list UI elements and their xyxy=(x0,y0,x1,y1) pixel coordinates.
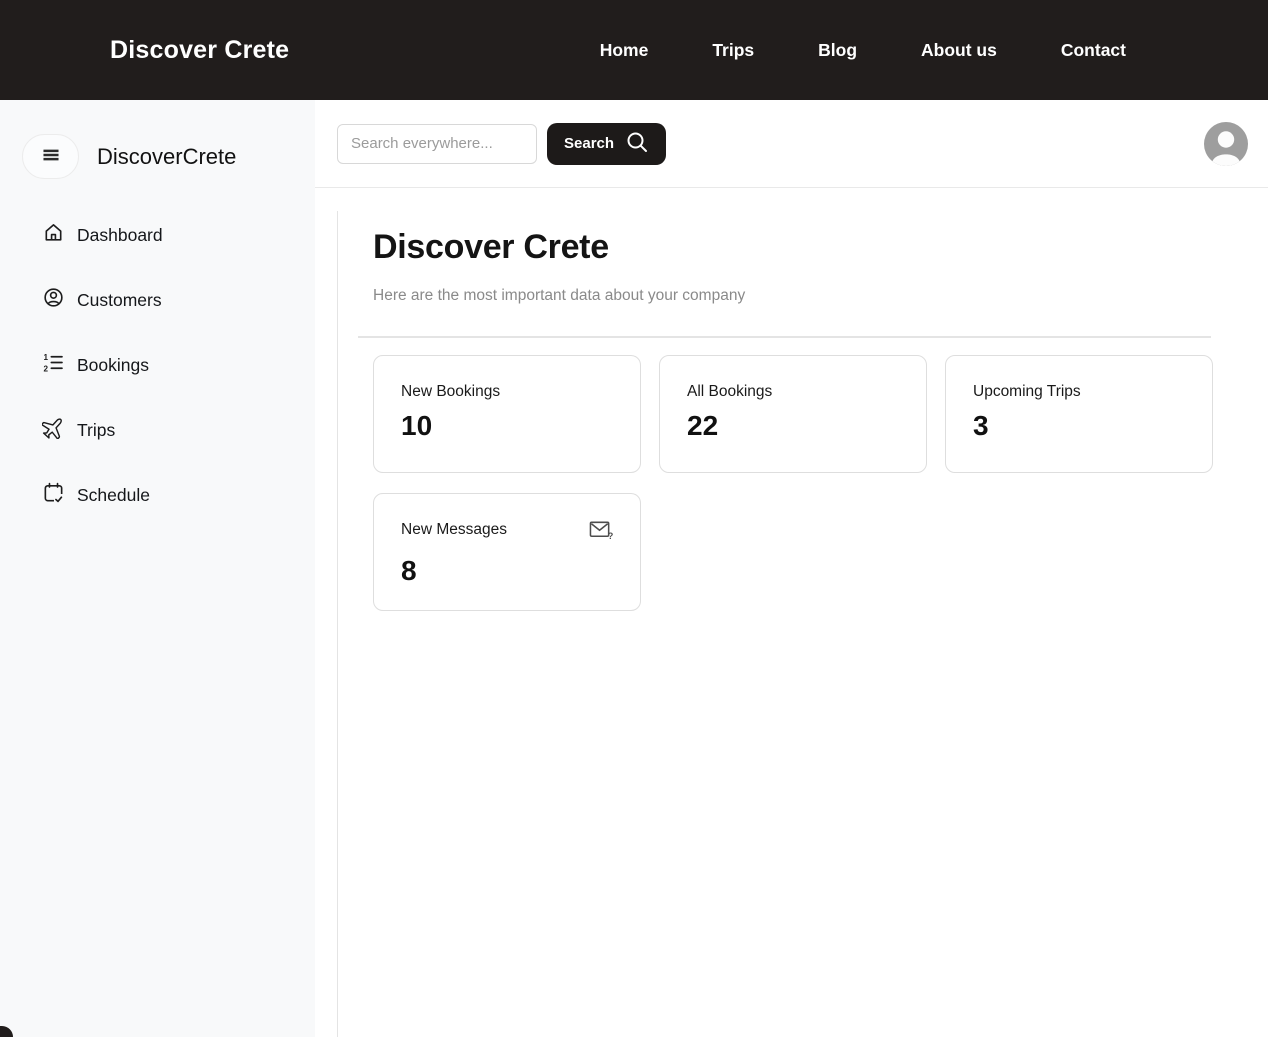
nav-link-home[interactable]: Home xyxy=(600,40,649,61)
divider xyxy=(358,336,1211,338)
sidebar-item-label: Customers xyxy=(77,290,162,311)
card-value: 10 xyxy=(401,410,614,442)
user-avatar[interactable] xyxy=(1203,121,1249,167)
sidebar-item-customers[interactable]: Customers xyxy=(0,286,315,314)
stats-cards: New Bookings 10 All Bookings 22 Upcoming… xyxy=(373,355,1268,611)
card-label: All Bookings xyxy=(687,383,772,401)
app-shell: DiscoverCrete Dashboard xyxy=(0,100,1268,1037)
sidebar-brand: DiscoverCrete xyxy=(97,144,236,170)
top-navbar: Discover Crete Home Trips Blog About us … xyxy=(0,0,1268,100)
svg-text:1: 1 xyxy=(43,353,48,362)
card-upcoming-trips: Upcoming Trips 3 xyxy=(945,355,1213,473)
svg-text:?: ? xyxy=(608,531,614,541)
card-new-messages: New Messages ? 8 xyxy=(373,493,641,611)
sidebar-item-dashboard[interactable]: Dashboard xyxy=(0,221,315,249)
person-circle-icon xyxy=(42,286,65,314)
sidebar-header: DiscoverCrete xyxy=(0,100,315,179)
sidebar-nav: Dashboard Customers 1 2 xyxy=(0,221,315,509)
card-label: New Bookings xyxy=(401,383,500,401)
nav-link-blog[interactable]: Blog xyxy=(818,40,857,61)
sidebar-item-label: Trips xyxy=(77,420,115,441)
search-button[interactable]: Search xyxy=(547,123,666,165)
sidebar-item-trips[interactable]: Trips xyxy=(0,416,315,444)
topnav-links: Home Trips Blog About us Contact xyxy=(600,40,1126,61)
card-all-bookings: All Bookings 22 xyxy=(659,355,927,473)
ordered-list-icon: 1 2 xyxy=(42,351,65,379)
card-value: 8 xyxy=(401,555,614,587)
main-column: Search xyxy=(315,100,1268,1037)
content-panel: Discover Crete Here are the most importa… xyxy=(337,211,1268,1037)
brand-logo[interactable]: Discover Crete xyxy=(110,36,289,65)
card-value: 22 xyxy=(687,410,900,442)
page-title: Discover Crete xyxy=(373,228,1268,267)
nav-link-trips[interactable]: Trips xyxy=(712,40,754,61)
page-subtitle: Here are the most important data about y… xyxy=(373,287,1268,305)
home-icon xyxy=(42,221,65,249)
card-label: New Messages xyxy=(401,521,507,539)
nav-link-about-us[interactable]: About us xyxy=(921,40,997,61)
svg-text:2: 2 xyxy=(43,365,48,374)
magnifier-icon xyxy=(625,130,649,158)
search-input[interactable] xyxy=(337,124,537,164)
card-value: 3 xyxy=(973,410,1186,442)
sidebar-item-label: Bookings xyxy=(77,355,149,376)
sidebar-item-schedule[interactable]: Schedule xyxy=(0,481,315,509)
card-new-bookings: New Bookings 10 xyxy=(373,355,641,473)
mail-question-icon: ? xyxy=(588,521,614,546)
sidebar-item-bookings[interactable]: 1 2 Bookings xyxy=(0,351,315,379)
person-avatar-icon xyxy=(1203,121,1249,167)
menu-toggle-button[interactable] xyxy=(22,134,79,179)
sidebar: DiscoverCrete Dashboard xyxy=(0,100,315,1037)
hamburger-icon xyxy=(38,142,64,171)
sidebar-item-label: Dashboard xyxy=(77,225,163,246)
sidebar-item-label: Schedule xyxy=(77,485,150,506)
search-button-label: Search xyxy=(564,135,614,152)
main-header: Search xyxy=(315,100,1268,188)
calendar-check-icon xyxy=(42,481,65,509)
nav-link-contact[interactable]: Contact xyxy=(1061,40,1126,61)
airplane-icon xyxy=(42,416,65,444)
card-label: Upcoming Trips xyxy=(973,383,1081,401)
